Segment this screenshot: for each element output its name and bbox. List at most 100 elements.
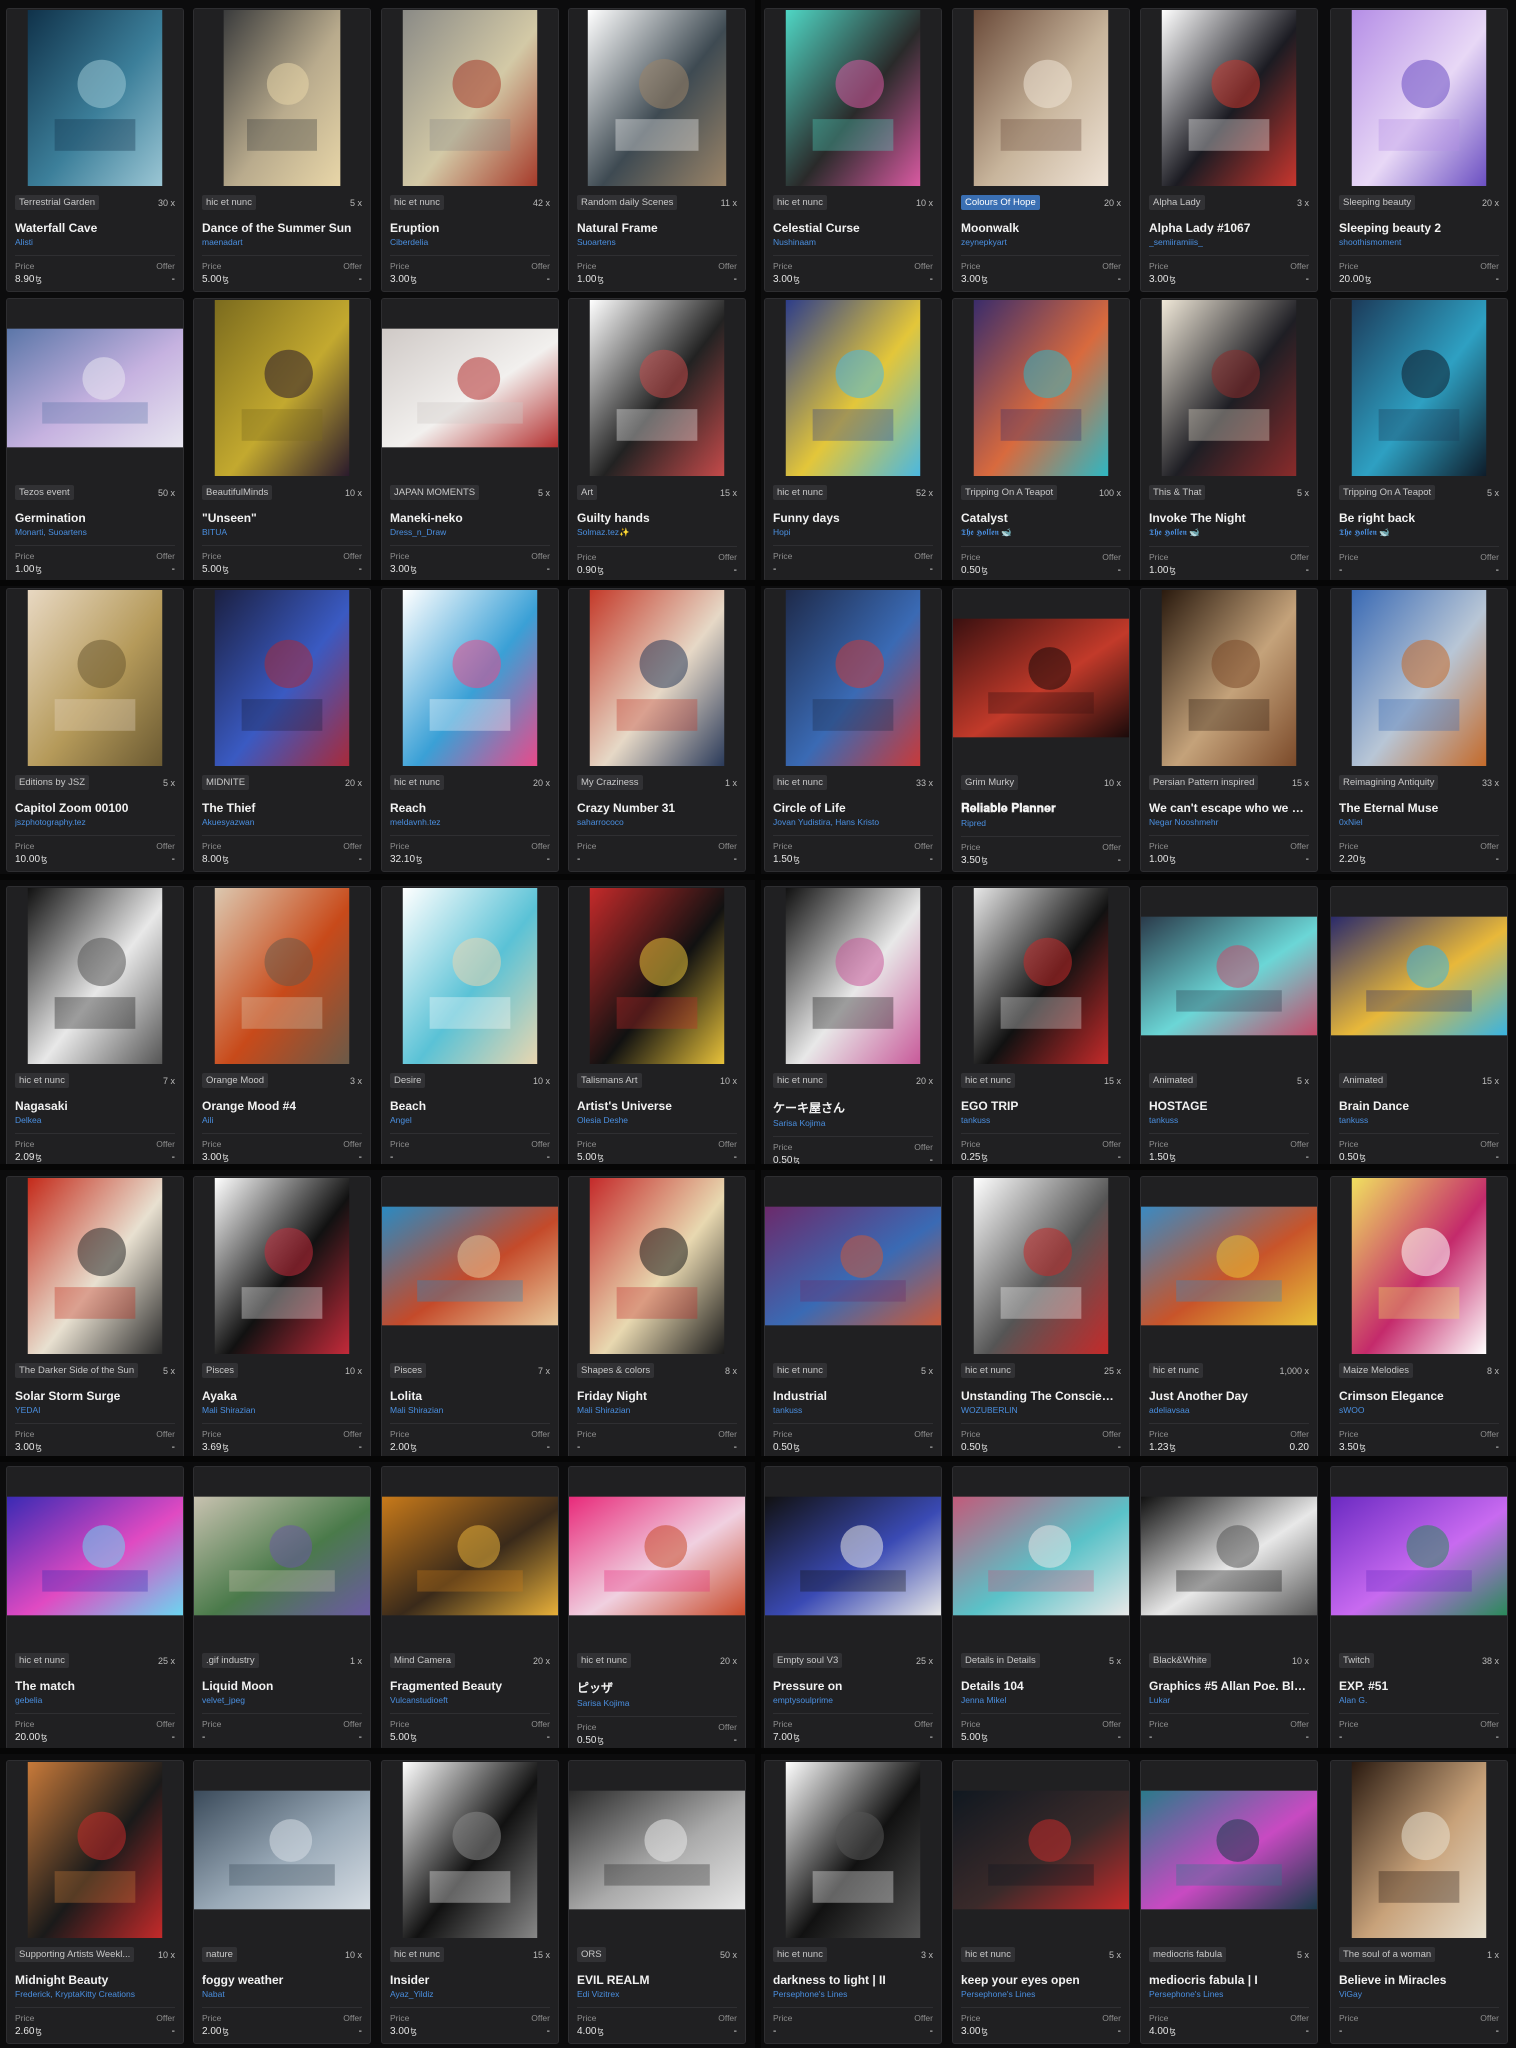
collection-badge[interactable]: hic et nunc	[773, 1947, 827, 1962]
artwork-thumbnail[interactable]	[953, 589, 1129, 767]
artwork-title[interactable]: Friday Night	[577, 1389, 737, 1403]
artwork-title[interactable]: Maneki-neko	[390, 511, 550, 525]
artist-link[interactable]: Alan G.	[1339, 1695, 1499, 1705]
artist-link[interactable]: Nushinaam	[773, 237, 933, 247]
collection-badge[interactable]: hic et nunc	[773, 485, 827, 500]
artwork-thumbnail[interactable]	[1331, 1467, 1507, 1645]
collection-badge[interactable]: hic et nunc	[773, 1073, 827, 1088]
nft-card[interactable]: Random daily Scenes 11 x Natural Frame S…	[568, 8, 746, 292]
artwork-title[interactable]: Solar Storm Surge	[15, 1389, 175, 1403]
offer-value[interactable]: -	[930, 564, 933, 575]
artist-link[interactable]: Nabat	[202, 1989, 362, 1999]
offer-value[interactable]: -	[1306, 274, 1309, 285]
artwork-title[interactable]: Midnight Beauty	[15, 1973, 175, 1987]
artist-link[interactable]: Persephone's Lines	[1149, 1989, 1309, 1999]
offer-value[interactable]: -	[172, 2026, 175, 2037]
collection-badge[interactable]: hic et nunc	[390, 775, 444, 790]
collection-badge[interactable]: Persian Pattern inspired	[1149, 775, 1259, 790]
collection-badge[interactable]: Desire	[390, 1073, 426, 1088]
nft-card[interactable]: hic et nunc 5 x Dance of the Summer Sun …	[193, 8, 371, 292]
price-value[interactable]: 5.00ꜩ	[961, 1732, 988, 1743]
artist-link[interactable]: 𝕿𝖍𝖊 𝕳𝖔𝖑𝖑𝖊𝖓 🐋	[1339, 527, 1499, 538]
nft-card[interactable]: hic et nunc 20 x ケーキ屋さん Sarisa Kojima Pr…	[764, 886, 942, 1170]
collection-badge[interactable]: Black&White	[1149, 1653, 1211, 1668]
artist-link[interactable]: Mali Shirazian	[202, 1405, 362, 1415]
offer-value[interactable]: -	[1306, 854, 1309, 865]
artist-link[interactable]: Persephone's Lines	[773, 1989, 933, 1999]
artwork-title[interactable]: Natural Frame	[577, 221, 737, 235]
artwork-thumbnail[interactable]	[7, 887, 183, 1065]
price-value[interactable]: 3.69ꜩ	[202, 1442, 229, 1453]
offer-value[interactable]: -	[359, 274, 362, 285]
collection-badge[interactable]: This & That	[1149, 485, 1206, 500]
artwork-thumbnail[interactable]	[765, 1467, 941, 1645]
artist-link[interactable]: Angel	[390, 1115, 550, 1125]
collection-badge[interactable]: Talismans Art	[577, 1073, 642, 1088]
nft-card[interactable]: hic et nunc 7 x Nagasaki Delkea Price Of…	[6, 886, 184, 1170]
price-value[interactable]: 5.00ꜩ	[202, 564, 229, 575]
artwork-thumbnail[interactable]	[953, 299, 1129, 477]
artwork-thumbnail[interactable]	[7, 1177, 183, 1355]
collection-badge[interactable]: The soul of a woman	[1339, 1947, 1436, 1962]
nft-card[interactable]: Talismans Art 10 x Artist's Universe Ole…	[568, 886, 746, 1170]
artist-link[interactable]: Hopi	[773, 527, 933, 537]
artwork-thumbnail[interactable]	[569, 887, 745, 1065]
artwork-title[interactable]: EGO TRIP	[961, 1099, 1121, 1113]
price-value[interactable]: 3.00ꜩ	[773, 274, 800, 285]
offer-value[interactable]: -	[1118, 1442, 1121, 1453]
artist-link[interactable]: adeliavsaa	[1149, 1405, 1309, 1415]
nft-card[interactable]: Orange Mood 3 x Orange Mood #4 Aili Pric…	[193, 886, 371, 1170]
price-value[interactable]: 20.00ꜩ	[15, 1732, 47, 1743]
offer-value[interactable]: -	[1496, 1442, 1499, 1453]
artist-link[interactable]: tankuss	[961, 1115, 1121, 1125]
artwork-thumbnail[interactable]	[194, 1761, 370, 1939]
price-value[interactable]: -ꜩ	[773, 564, 776, 575]
artwork-title[interactable]: Guilty hands	[577, 511, 737, 525]
nft-card[interactable]: The soul of a woman 1 x Believe in Mirac…	[1330, 1760, 1508, 2044]
artwork-thumbnail[interactable]	[1141, 9, 1317, 187]
artist-link[interactable]: tankuss	[1149, 1115, 1309, 1125]
nft-card[interactable]: hic et nunc 1,000 x Just Another Day ade…	[1140, 1176, 1318, 1460]
artist-link[interactable]: Sarisa Kojima	[773, 1118, 933, 1128]
offer-value[interactable]: -	[1118, 274, 1121, 285]
collection-badge[interactable]: Details in Details	[961, 1653, 1040, 1668]
artwork-thumbnail[interactable]	[382, 1467, 558, 1645]
offer-value[interactable]: -	[359, 564, 362, 575]
artwork-title[interactable]: Liquid Moon	[202, 1679, 362, 1693]
offer-value[interactable]: -	[547, 1732, 550, 1743]
collection-badge[interactable]: Animated	[1149, 1073, 1198, 1088]
artwork-title[interactable]: Alpha Lady #1067	[1149, 221, 1309, 235]
artist-link[interactable]: Negar Nooshmehr	[1149, 817, 1309, 827]
artwork-thumbnail[interactable]	[953, 887, 1129, 1065]
artwork-thumbnail[interactable]	[382, 299, 558, 477]
price-value[interactable]: 3.00ꜩ	[961, 274, 988, 285]
price-value[interactable]: 0.50ꜩ	[577, 1735, 604, 1746]
artwork-thumbnail[interactable]	[194, 887, 370, 1065]
collection-badge[interactable]: Reimagining Antiquity	[1339, 775, 1439, 790]
artist-link[interactable]: Aili	[202, 1115, 362, 1125]
price-value[interactable]: -ꜩ	[773, 2026, 776, 2037]
artwork-title[interactable]: Industrial	[773, 1389, 933, 1403]
offer-value[interactable]: -	[1306, 565, 1309, 576]
artwork-thumbnail[interactable]	[382, 1177, 558, 1355]
artwork-title[interactable]: darkness to light | II	[773, 1973, 933, 1987]
artist-link[interactable]: tankuss	[773, 1405, 933, 1415]
artist-link[interactable]: sWOO	[1339, 1405, 1499, 1415]
collection-badge[interactable]: mediocris fabula	[1149, 1947, 1227, 1962]
offer-value[interactable]: -	[172, 274, 175, 285]
offer-value[interactable]: -	[1118, 1152, 1121, 1163]
artwork-title[interactable]: ピッザ	[577, 1679, 737, 1696]
artist-link[interactable]: Jovan Yudistira, Hans Kristo	[773, 817, 933, 827]
collection-badge[interactable]: Pisces	[390, 1363, 426, 1378]
collection-badge[interactable]: Animated	[1339, 1073, 1388, 1088]
price-value[interactable]: 20.00ꜩ	[1339, 274, 1371, 285]
artwork-thumbnail[interactable]	[194, 1177, 370, 1355]
artwork-title[interactable]: Dance of the Summer Sun	[202, 221, 362, 235]
offer-value[interactable]: -	[930, 2026, 933, 2037]
artwork-thumbnail[interactable]	[953, 9, 1129, 187]
nft-card[interactable]: Reimagining Antiquity 33 x The Eternal M…	[1330, 588, 1508, 872]
nft-card[interactable]: hic et nunc 33 x Circle of Life Jovan Yu…	[764, 588, 942, 872]
artwork-thumbnail[interactable]	[1331, 589, 1507, 767]
nft-card[interactable]: Alpha Lady 3 x Alpha Lady #1067 _semiira…	[1140, 8, 1318, 292]
artist-link[interactable]: WOZUBERLIN	[961, 1405, 1121, 1415]
